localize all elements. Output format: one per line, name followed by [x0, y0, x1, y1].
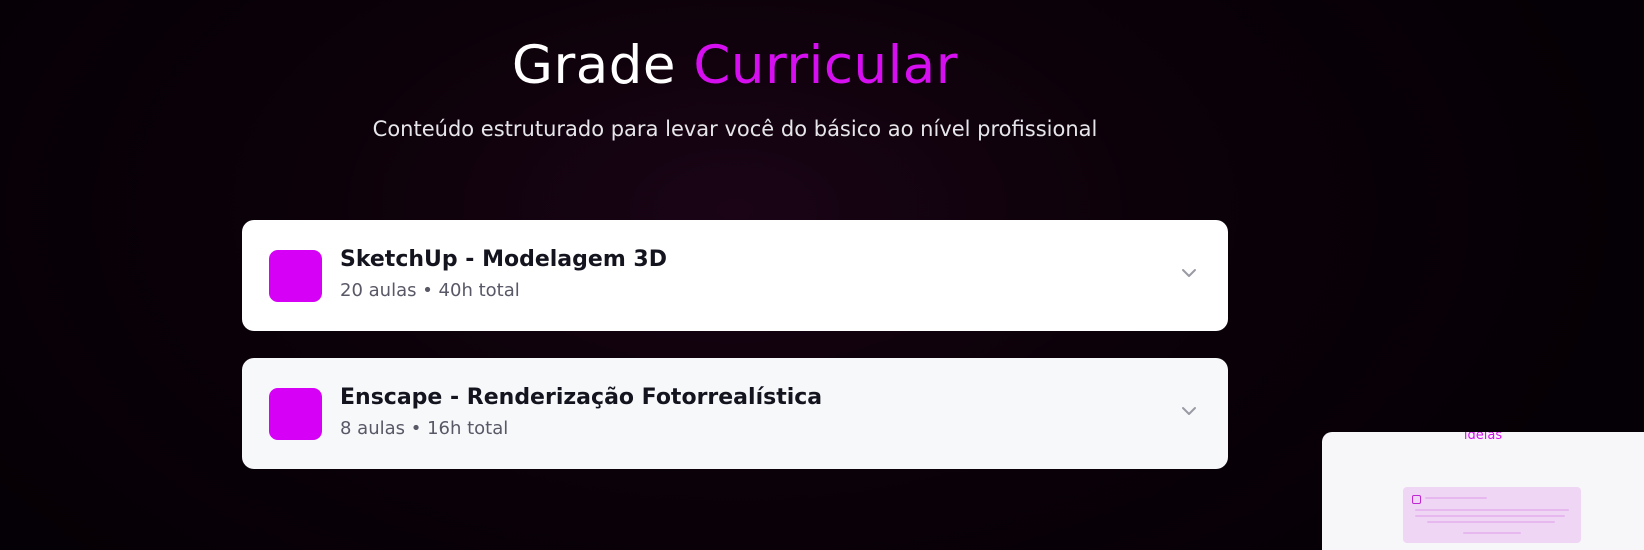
section-subtitle: Conteúdo estruturado para levar você do … — [372, 117, 1098, 141]
module-badge — [269, 250, 322, 302]
section-title: Grade Curricular — [0, 30, 1470, 102]
module-enscape-accordion[interactable]: Enscape - Renderização Fotorrealística 8… — [242, 358, 1228, 469]
module-meta: 20 aulas • 40h total — [340, 280, 520, 301]
module-badge — [269, 388, 322, 440]
preview-popup[interactable]: ideias — [1322, 432, 1644, 550]
preview-line — [1463, 532, 1521, 534]
calendar-icon — [1412, 495, 1421, 504]
module-title: SketchUp - Modelagem 3D — [340, 247, 667, 272]
preview-line — [1415, 515, 1565, 517]
chevron-down-icon[interactable] — [1178, 400, 1200, 422]
module-title: Enscape - Renderização Fotorrealística — [340, 385, 823, 410]
preview-line — [1425, 497, 1487, 499]
module-sketchup-accordion[interactable]: SketchUp - Modelagem 3D 20 aulas • 40h t… — [242, 220, 1228, 331]
section-title-main: Grade — [511, 35, 677, 96]
chevron-down-icon[interactable] — [1178, 262, 1200, 284]
preview-card — [1403, 487, 1581, 543]
preview-line — [1427, 521, 1555, 523]
section-title-accent: Curricular — [693, 35, 959, 96]
module-meta: 8 aulas • 16h total — [340, 418, 509, 439]
section-header: Grade Curricular Conteúdo estruturado pa… — [0, 30, 1470, 144]
preview-line — [1415, 509, 1569, 511]
preview-text: ideias — [1463, 432, 1503, 443]
